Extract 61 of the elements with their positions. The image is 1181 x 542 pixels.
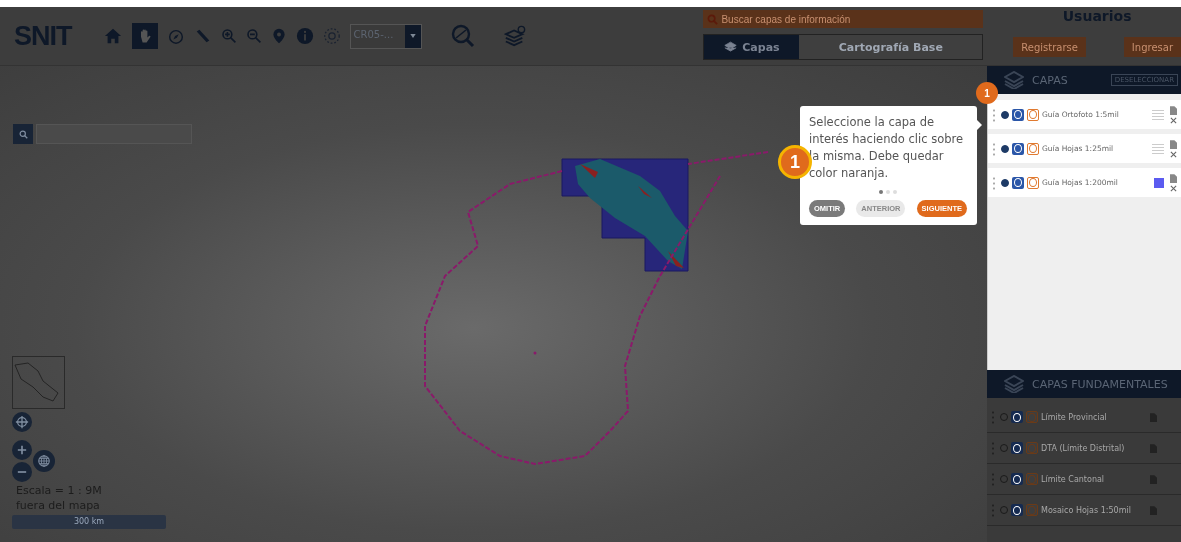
- search-icon: [18, 129, 28, 139]
- globe-button[interactable]: [33, 450, 55, 472]
- map-pin-icon[interactable]: [270, 27, 287, 45]
- search-button[interactable]: [13, 124, 33, 144]
- layer-name: DTA (Límite Distrital): [1041, 443, 1126, 453]
- auth-button[interactable]: Ingresar: [1123, 37, 1181, 57]
- crosshair-button[interactable]: [12, 412, 32, 432]
- close-icon[interactable]: [1169, 150, 1177, 158]
- info-icon[interactable]: [1027, 142, 1039, 155]
- crosshair-icon: [15, 415, 29, 429]
- info-icon[interactable]: [1027, 176, 1039, 189]
- document-icon[interactable]: [1150, 412, 1157, 422]
- layer-name: Mosaico Hojas 1:50mil: [1041, 505, 1132, 515]
- drag-handle-icon[interactable]: [993, 175, 995, 190]
- compass-icon[interactable]: [166, 27, 185, 45]
- tab[interactable]: Capas: [704, 35, 800, 59]
- zoom-out-button[interactable]: [12, 462, 32, 482]
- close-icon[interactable]: [1169, 184, 1177, 192]
- document-icon[interactable]: [1150, 443, 1157, 453]
- home-icon[interactable]: [102, 27, 123, 45]
- document-icon[interactable]: [1169, 105, 1177, 115]
- layer-row[interactable]: DTA (Límite Distrital): [987, 433, 1181, 464]
- radio-button[interactable]: [1001, 178, 1009, 187]
- scale-bar: 300 km: [12, 515, 166, 529]
- document-icon[interactable]: [1169, 139, 1177, 149]
- document-icon[interactable]: [1150, 505, 1157, 515]
- search-area-icon[interactable]: [450, 24, 475, 48]
- auth-button[interactable]: Registrarse: [1013, 37, 1086, 57]
- radio-button[interactable]: [1001, 110, 1009, 119]
- radio-button[interactable]: [1001, 144, 1009, 153]
- caret-icon: [409, 34, 416, 38]
- layer-name: Límite Provincial: [1041, 412, 1108, 422]
- layers-icon: [1004, 71, 1024, 89]
- add-layers-icon[interactable]: [503, 25, 526, 47]
- panel-title: CAPAS: [1032, 73, 1069, 87]
- info-icon[interactable]: [1027, 108, 1039, 121]
- layer-name: Límite Cantonal: [1041, 474, 1106, 484]
- document-icon[interactable]: [1150, 474, 1157, 484]
- zoom-in-button[interactable]: [12, 440, 32, 460]
- legend-swatch: [1154, 177, 1164, 188]
- search-icon: [707, 13, 719, 25]
- info-icon[interactable]: [295, 27, 314, 45]
- layer-search-field[interactable]: Buscar capas de información: [703, 10, 984, 28]
- zoom-in-icon[interactable]: [220, 28, 237, 44]
- layer-row[interactable]: Límite Provincial: [987, 402, 1181, 433]
- layers-icon: [724, 41, 738, 53]
- document-icon[interactable]: [1169, 173, 1177, 183]
- layer-row[interactable]: Límite Cantonal: [987, 464, 1181, 495]
- drag-handle-icon[interactable]: [993, 107, 995, 122]
- search-input[interactable]: Buscar capas de información: [721, 13, 984, 25]
- panel-title: CAPAS FUNDAMENTALES: [1032, 377, 1169, 391]
- overview-map: [12, 356, 65, 409]
- close-icon[interactable]: [1169, 116, 1177, 124]
- globe-icon: [37, 454, 51, 468]
- zoom-out-icon[interactable]: [245, 28, 262, 44]
- pan-tool-button[interactable]: [131, 23, 158, 49]
- plus-icon: [17, 445, 27, 455]
- drag-handle-icon[interactable]: [993, 141, 995, 156]
- layers-icon: [1004, 375, 1024, 393]
- layer-row[interactable]: Mosaico Hojas 1:50mil: [987, 495, 1181, 526]
- locate-icon[interactable]: [322, 27, 341, 45]
